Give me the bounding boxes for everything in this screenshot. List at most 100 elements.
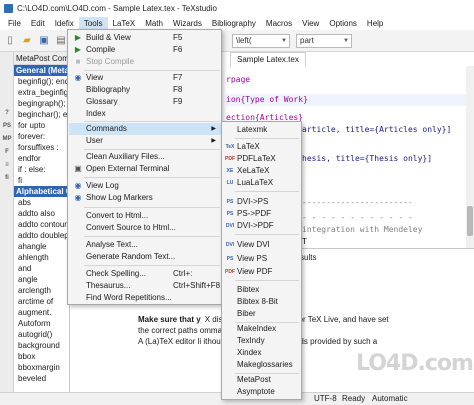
menu-item-convert-source-html[interactable]: Convert Source to Html... (69, 222, 221, 234)
list-item[interactable]: fi (14, 175, 69, 186)
list-item[interactable]: forsuffixes : (14, 142, 69, 153)
submenu-item-biber[interactable]: Biber (223, 308, 301, 320)
play-icon: ▶ (74, 33, 82, 42)
list-item[interactable]: and (14, 263, 69, 274)
submenu-item-dvi-pdf[interactable]: DVI DVI->PDF (223, 220, 301, 232)
menu-item-random-text[interactable]: Generate Random Text... (69, 251, 221, 263)
submenu-item-xindex[interactable]: Xindex (223, 347, 301, 359)
menu-item-index[interactable]: Index (69, 108, 221, 120)
list-item[interactable]: beginchar(); en (14, 109, 69, 120)
app-icon (4, 4, 13, 13)
menu-options[interactable]: Options (324, 17, 362, 30)
list-item[interactable]: extra_beginfig(); (14, 87, 69, 98)
new-file-icon[interactable]: ▯ (3, 34, 17, 48)
menu-item-thesaurus[interactable]: Thesaurus... Ctrl+Shift+F8 (69, 280, 221, 292)
list-item[interactable]: forever: (14, 131, 69, 142)
list-item[interactable]: addto contour (14, 219, 69, 230)
list-item[interactable]: arclength (14, 285, 69, 296)
metapost-commands-panel: MetaPost Commands General (MetaP beginfi… (14, 52, 70, 392)
menu-item-log-markers[interactable]: ◉ Show Log Markers (69, 192, 221, 204)
list-icon[interactable]: ≡ (1, 160, 13, 171)
structure-icon[interactable]: F (1, 147, 13, 158)
list-item[interactable]: abs (14, 197, 69, 208)
submenu-item-makeglossaries[interactable]: Makeglossaries (223, 359, 301, 371)
submenu-item-xelatex[interactable]: XE XeLaTeX (223, 165, 301, 177)
stop-icon: ■ (75, 57, 81, 66)
scrollbar-thumb[interactable] (467, 206, 473, 236)
submenu-item-texindy[interactable]: TexIndy (223, 335, 301, 347)
menu-item-build-view[interactable]: ▶ Build & View F5 (69, 32, 221, 44)
list-item[interactable]: autogrid() (14, 329, 69, 340)
submenu-item-pdflatex[interactable]: PDF PDFLaTeX (223, 153, 301, 165)
save-icon[interactable]: ▣ (37, 34, 51, 48)
mode-status[interactable]: Automatic (372, 393, 408, 405)
list-item[interactable]: augment. (14, 307, 69, 318)
general-section-header[interactable]: General (MetaP (14, 65, 69, 76)
submenu-item-view-pdf[interactable]: PDF View PDF (223, 266, 301, 278)
help-icon[interactable]: ? (1, 108, 13, 119)
list-item[interactable]: ahangle (14, 241, 69, 252)
menu-item-view-log[interactable]: ◉ View Log (69, 180, 221, 192)
code-line: hesis, title={Thesis only}] (302, 154, 433, 163)
title-bar: C:\LO4D.com\LO4D.com - Sample Latex.tex … (0, 0, 474, 17)
list-item[interactable]: angle (14, 274, 69, 285)
submenu-item-bibtex8[interactable]: Bibtex 8-Bit (223, 296, 301, 308)
list-item[interactable]: bboxmargin (14, 362, 69, 373)
editor-scrollbar[interactable] (466, 66, 474, 248)
list-item[interactable]: bbox (14, 351, 69, 362)
left-delimiter-combo[interactable]: \left( ▼ (232, 34, 290, 48)
list-item[interactable]: endfor (14, 153, 69, 164)
menu-item-clean-aux[interactable]: Clean Auxiliary Files... (69, 151, 221, 163)
menu-item-convert-html[interactable]: Convert to Html... (69, 210, 221, 222)
pstricks-icon[interactable]: PS (1, 121, 13, 132)
list-item[interactable]: for upto (14, 120, 69, 131)
submenu-item-ps-pdf[interactable]: PS PS->PDF (223, 208, 301, 220)
menu-file[interactable]: File (3, 17, 26, 30)
submenu-item-lualatex[interactable]: LU LuaLaTeX (223, 177, 301, 189)
menu-view[interactable]: View (297, 17, 324, 30)
print-icon[interactable]: ▤ (54, 34, 68, 48)
submenu-item-dvi-ps[interactable]: PS DVI->PS (223, 196, 301, 208)
submenu-item-latexmk[interactable]: Latexmk (223, 124, 301, 136)
menu-item-commands[interactable]: Commands ▶ (69, 123, 221, 135)
submenu-item-label: View PDF (237, 267, 273, 276)
menu-edit[interactable]: Edit (26, 17, 50, 30)
open-folder-icon[interactable]: ▰ (20, 34, 34, 48)
menu-help[interactable]: Help (362, 17, 388, 30)
metapost-icon[interactable]: MP (1, 134, 13, 145)
list-item[interactable]: addto doublepat (14, 230, 69, 241)
submenu-item-latex[interactable]: TeX LaTeX (223, 141, 301, 153)
submenu-item-metapost[interactable]: MetaPost (223, 374, 301, 386)
menu-macros[interactable]: Macros (261, 17, 297, 30)
menu-item-glossary[interactable]: Glossary F9 (69, 96, 221, 108)
list-item[interactable]: background (14, 340, 69, 351)
encoding-status[interactable]: UTF-8 (314, 393, 337, 405)
menu-item-user[interactable]: User ▶ (69, 135, 221, 147)
submenu-item-makeindex[interactable]: MakeIndex (223, 323, 301, 335)
list-item[interactable]: arctime of (14, 296, 69, 307)
menu-item-word-repetitions[interactable]: Find Word Repetitions... (69, 292, 221, 304)
list-item[interactable]: Autoform (14, 318, 69, 329)
list-item[interactable]: ahlength (14, 252, 69, 263)
list-item[interactable]: addto also (14, 208, 69, 219)
submenu-item-bibtex[interactable]: Bibtex (223, 284, 301, 296)
fi-icon[interactable]: fi (1, 173, 13, 184)
ps-pdf-icon: PS (226, 211, 234, 217)
list-item[interactable]: if : else: (14, 164, 69, 175)
menu-item-view[interactable]: ◉ View F7 (69, 72, 221, 84)
part-combo[interactable]: part ▼ (296, 34, 352, 48)
menu-item-compile[interactable]: ▶ Compile F6 (69, 44, 221, 56)
menu-item-open-terminal[interactable]: ▣ Open External Terminal (69, 163, 221, 175)
list-item[interactable]: beginfig(); endfi (14, 76, 69, 87)
list-item[interactable]: begingraph(); en (14, 98, 69, 109)
xelatex-icon: XE (226, 168, 234, 174)
submenu-item-view-dvi[interactable]: DVI View DVI (223, 239, 301, 251)
submenu-item-asymptote[interactable]: Asymptote (223, 386, 301, 398)
menu-item-check-spelling[interactable]: Check Spelling... Ctrl+: (69, 268, 221, 280)
submenu-item-view-ps[interactable]: PS View PS (223, 253, 301, 265)
menu-item-bibliography[interactable]: Bibliography F8 (69, 84, 221, 96)
alphabetical-section-header[interactable]: Alphabetical Co (14, 186, 69, 197)
list-item[interactable]: beveled (14, 373, 69, 384)
menu-item-analyse-text[interactable]: Analyse Text... (69, 239, 221, 251)
tab-sample-latex[interactable]: Sample Latex.tex (230, 52, 306, 67)
